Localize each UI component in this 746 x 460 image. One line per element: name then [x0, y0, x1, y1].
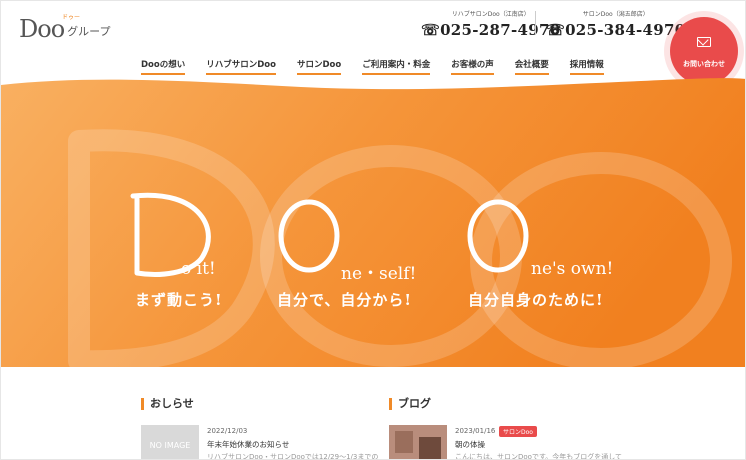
slogan-3-word: ne's own! — [531, 259, 614, 279]
contact-label: お問い合わせ — [683, 60, 725, 68]
phone-kata[interactable]: サロンDoo（潟五郎店） ☏025-384-4970 — [546, 9, 685, 39]
phone-number: ☏025-384-4970 — [546, 21, 686, 39]
logo-subtitle: グループ — [67, 25, 111, 38]
phone-konan[interactable]: リハブサロンDoo（江南店） ☏025-287-4970 — [421, 9, 560, 39]
blog-item-title[interactable]: 朝の体操 — [455, 439, 485, 450]
blog-thumbnail[interactable] — [389, 425, 447, 459]
phone-label: リハブサロンDoo（江南店） — [451, 11, 530, 18]
blog-excerpt: こんにちは、サロンDooです。今年もブログを通して — [455, 453, 623, 460]
hero-background — [1, 78, 745, 367]
slogan-2-word: ne・self! — [341, 264, 417, 284]
news-item-title[interactable]: 年末年始休業のお知らせ — [207, 439, 289, 450]
phone-icon: ☏ — [546, 21, 566, 39]
logo-ruby: ドゥー — [62, 14, 81, 21]
news-thumbnail[interactable]: NO IMAGE — [141, 425, 199, 459]
news-date: 2022/12/03 — [207, 427, 248, 435]
phone-icon: ☏ — [421, 21, 441, 39]
phone-label: サロンDoo（潟五郎店） — [582, 11, 649, 18]
slogan-1-word: o it! — [181, 259, 216, 279]
slogan-1-jp: まず動こう! — [135, 291, 223, 309]
photo-figure — [395, 431, 413, 453]
slogan-2-jp: 自分で、自分から! — [277, 291, 412, 309]
mail-icon — [697, 37, 711, 47]
blog-date: 2023/01/16 — [455, 427, 496, 435]
blog-tag[interactable]: サロンDoo — [499, 426, 537, 437]
photo-figure — [419, 437, 441, 459]
blog-heading: ブログ — [389, 398, 431, 410]
site-logo[interactable]: Doo ドゥー グループ — [19, 14, 111, 43]
news-excerpt: リハブサロンDoo・サロンDooでは12/29〜1/3までの — [207, 453, 379, 460]
page-frame: Doo ドゥー グループ リハブサロンDoo（江南店） ☏025-287-497… — [0, 0, 746, 460]
hero-banner — [1, 71, 745, 367]
slogan-3-jp: 自分自身のために! — [468, 291, 604, 309]
logo-word: Doo — [19, 15, 65, 43]
news-heading: おしらせ — [141, 398, 194, 410]
phone-number: ☏025-287-4970 — [421, 21, 561, 39]
phone-divider — [535, 11, 536, 35]
